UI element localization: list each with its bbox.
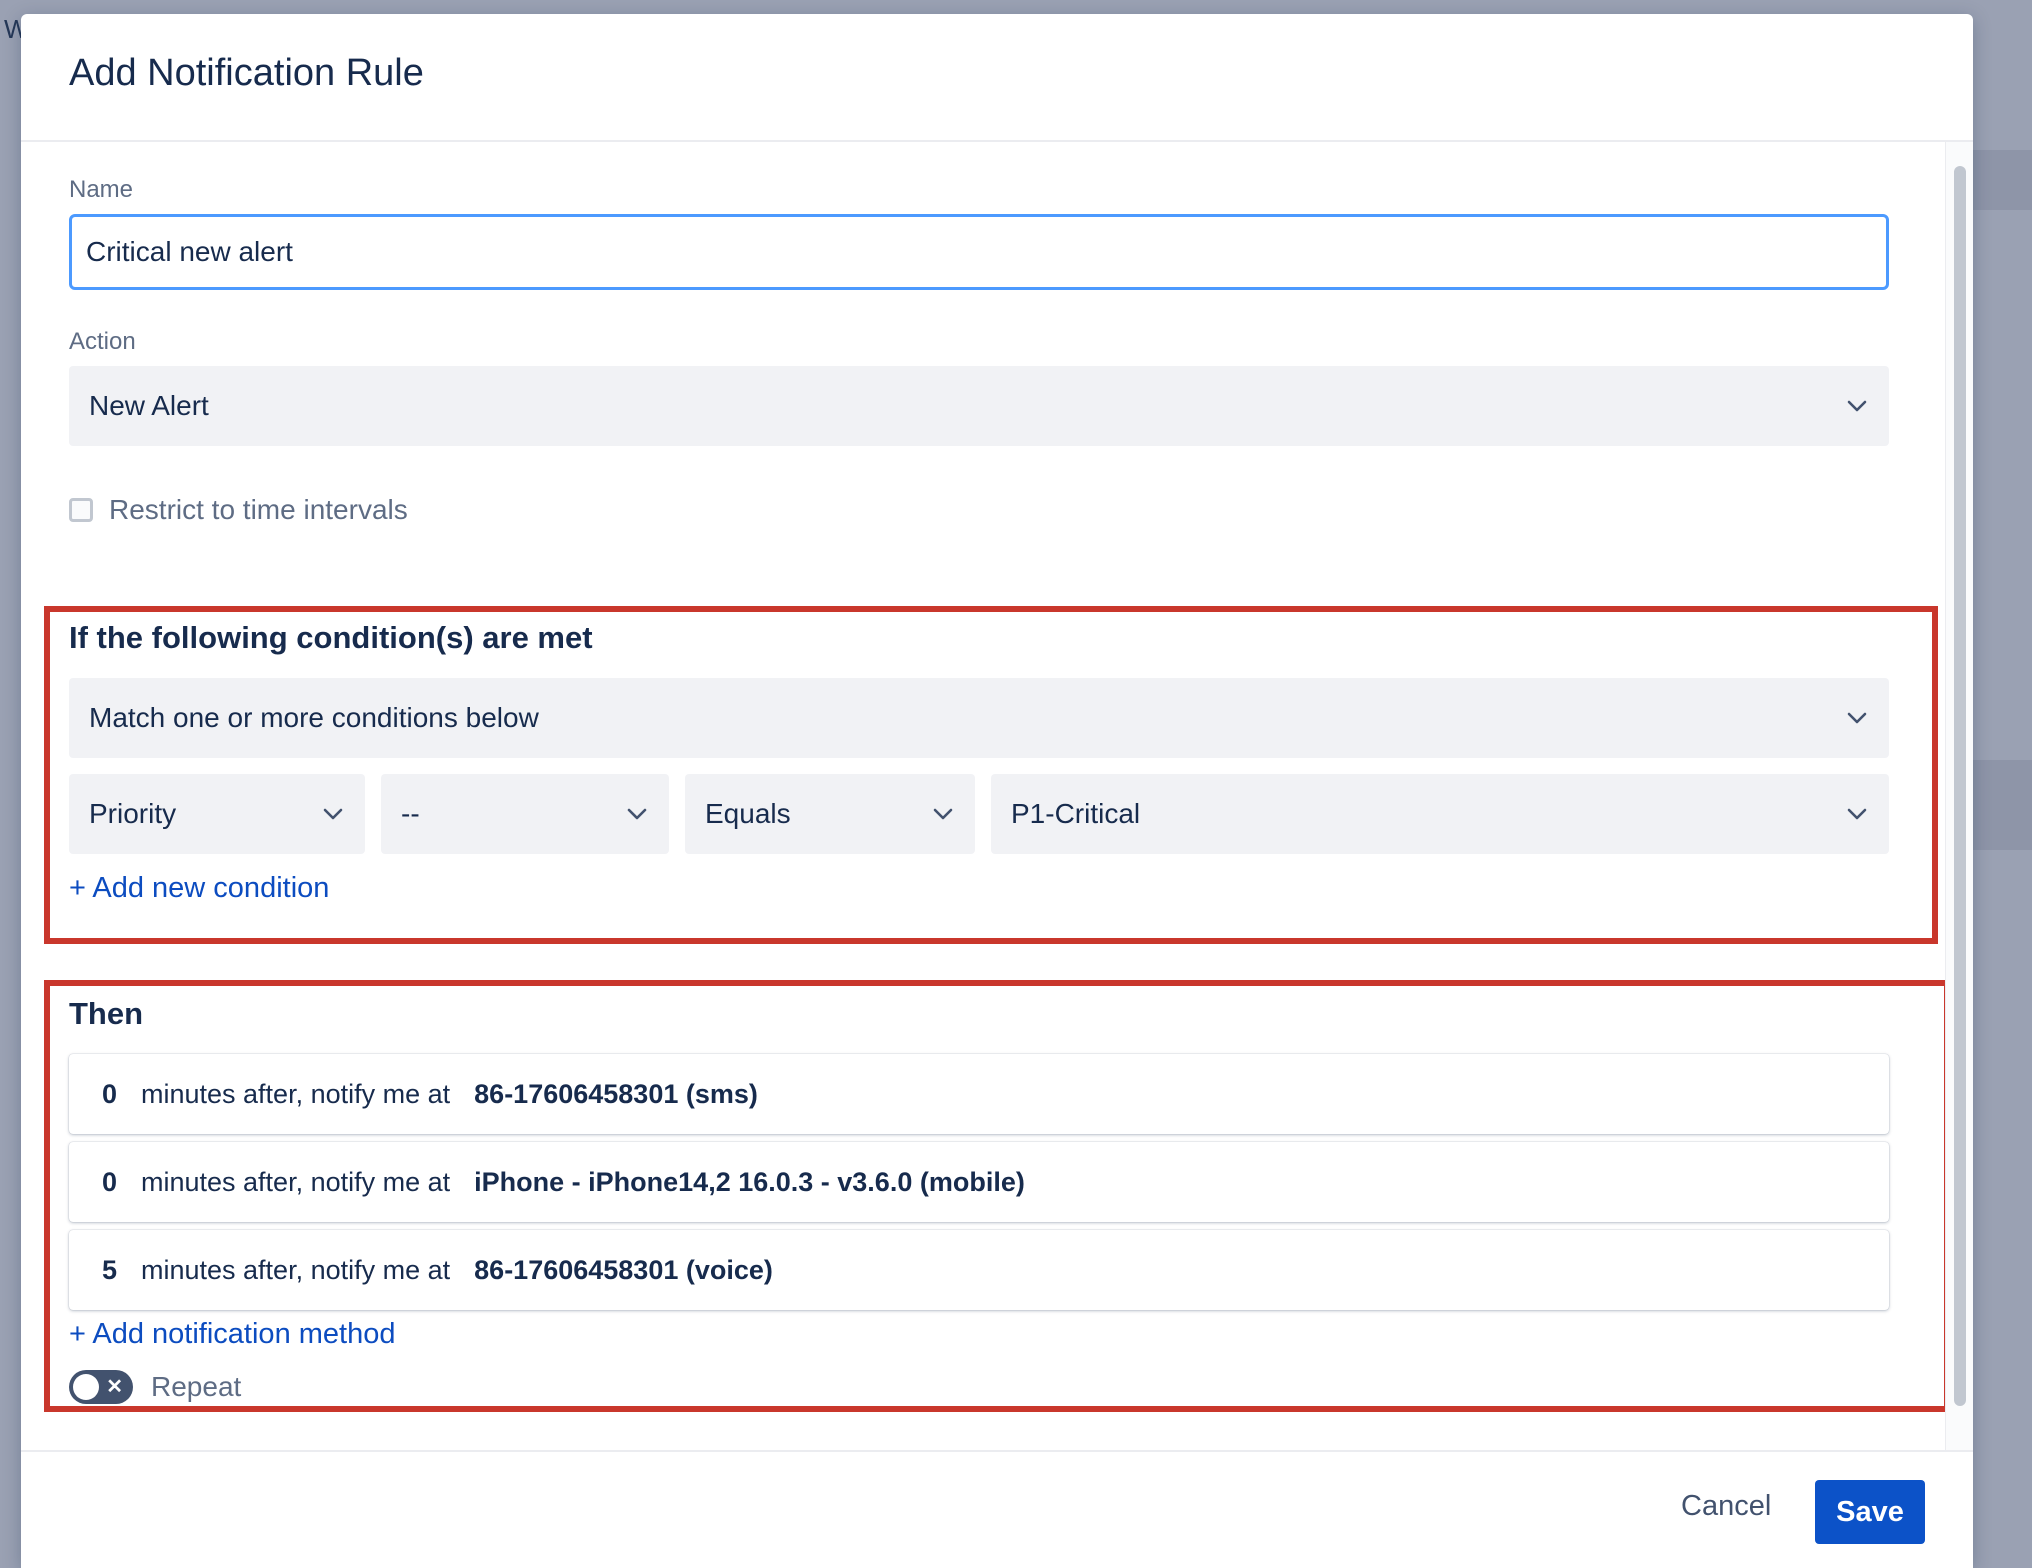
notification-item[interactable]: 0 minutes after, notify me at iPhone - i… (69, 1142, 1889, 1222)
condition-modifier-value: -- (401, 798, 420, 829)
condition-match-select[interactable]: Match one or more conditions below (69, 678, 1889, 758)
chevron-down-icon (321, 802, 345, 826)
chevron-down-icon (931, 802, 955, 826)
action-select[interactable]: New Alert (69, 366, 1889, 446)
notification-text: minutes after, notify me at (141, 1254, 451, 1285)
name-field-label: Name (69, 176, 134, 203)
condition-modifier-select[interactable]: -- (381, 774, 669, 854)
notification-text: minutes after, notify me at (141, 1166, 451, 1197)
scrollbar[interactable] (1945, 142, 1973, 1450)
notification-target: iPhone - iPhone14,2 16.0.3 - v3.6.0 (mob… (474, 1166, 1025, 1197)
then-title: Then (69, 996, 144, 1031)
chevron-down-icon (1845, 394, 1869, 418)
save-button[interactable]: Save (1815, 1480, 1925, 1544)
restrict-time-intervals-row[interactable]: Restrict to time intervals (69, 494, 408, 526)
add-new-condition-link[interactable]: + Add new condition (69, 872, 329, 905)
toggle-knob (73, 1374, 99, 1400)
close-icon: ✕ (106, 1376, 123, 1398)
repeat-label: Repeat (151, 1371, 242, 1402)
background-strip (1972, 150, 2032, 210)
notification-delay: 0 (101, 1166, 117, 1197)
restrict-time-intervals-label: Restrict to time intervals (109, 494, 408, 525)
repeat-row: ✕ Repeat (69, 1370, 241, 1404)
notification-target: 86-17606458301 (voice) (474, 1254, 773, 1285)
add-notification-method-link[interactable]: + Add notification method (69, 1318, 395, 1351)
repeat-toggle[interactable]: ✕ (69, 1370, 133, 1404)
background-strip (1972, 760, 2032, 850)
notification-item[interactable]: 0 minutes after, notify me at 86-1760645… (69, 1054, 1889, 1134)
name-input[interactable] (69, 214, 1889, 290)
chevron-down-icon (1845, 706, 1869, 730)
scrollbar-thumb[interactable] (1954, 166, 1966, 1406)
restrict-time-intervals-checkbox[interactable] (69, 498, 93, 522)
condition-field-value: Priority (89, 798, 177, 829)
modal-footer: Cancel Save (21, 1450, 1973, 1568)
action-field-label: Action (69, 328, 136, 355)
chevron-down-icon (625, 802, 649, 826)
condition-operator-value: Equals (705, 798, 791, 829)
condition-operator-select[interactable]: Equals (685, 774, 975, 854)
condition-value-value: P1-Critical (1011, 798, 1141, 829)
notification-item[interactable]: 5 minutes after, notify me at 86-1760645… (69, 1230, 1889, 1310)
modal-header: Add Notification Rule (21, 14, 1973, 142)
condition-value-select[interactable]: P1-Critical (991, 774, 1889, 854)
conditions-title: If the following condition(s) are met (69, 620, 593, 655)
action-select-value: New Alert (89, 390, 209, 421)
condition-field-select[interactable]: Priority (69, 774, 365, 854)
modal-body: Name Action New Alert Restrict to time i… (21, 142, 1945, 1450)
cancel-button[interactable]: Cancel (1681, 1490, 1771, 1523)
modal-title: Add Notification Rule (69, 52, 424, 94)
notification-target: 86-17606458301 (sms) (474, 1078, 758, 1109)
notification-delay: 5 (101, 1254, 117, 1285)
condition-match-value: Match one or more conditions below (89, 702, 539, 733)
notification-text: minutes after, notify me at (141, 1078, 451, 1109)
add-notification-rule-dialog: Add Notification Rule Name Action New Al… (21, 14, 1973, 1568)
chevron-down-icon (1845, 802, 1869, 826)
notification-delay: 0 (101, 1078, 117, 1109)
